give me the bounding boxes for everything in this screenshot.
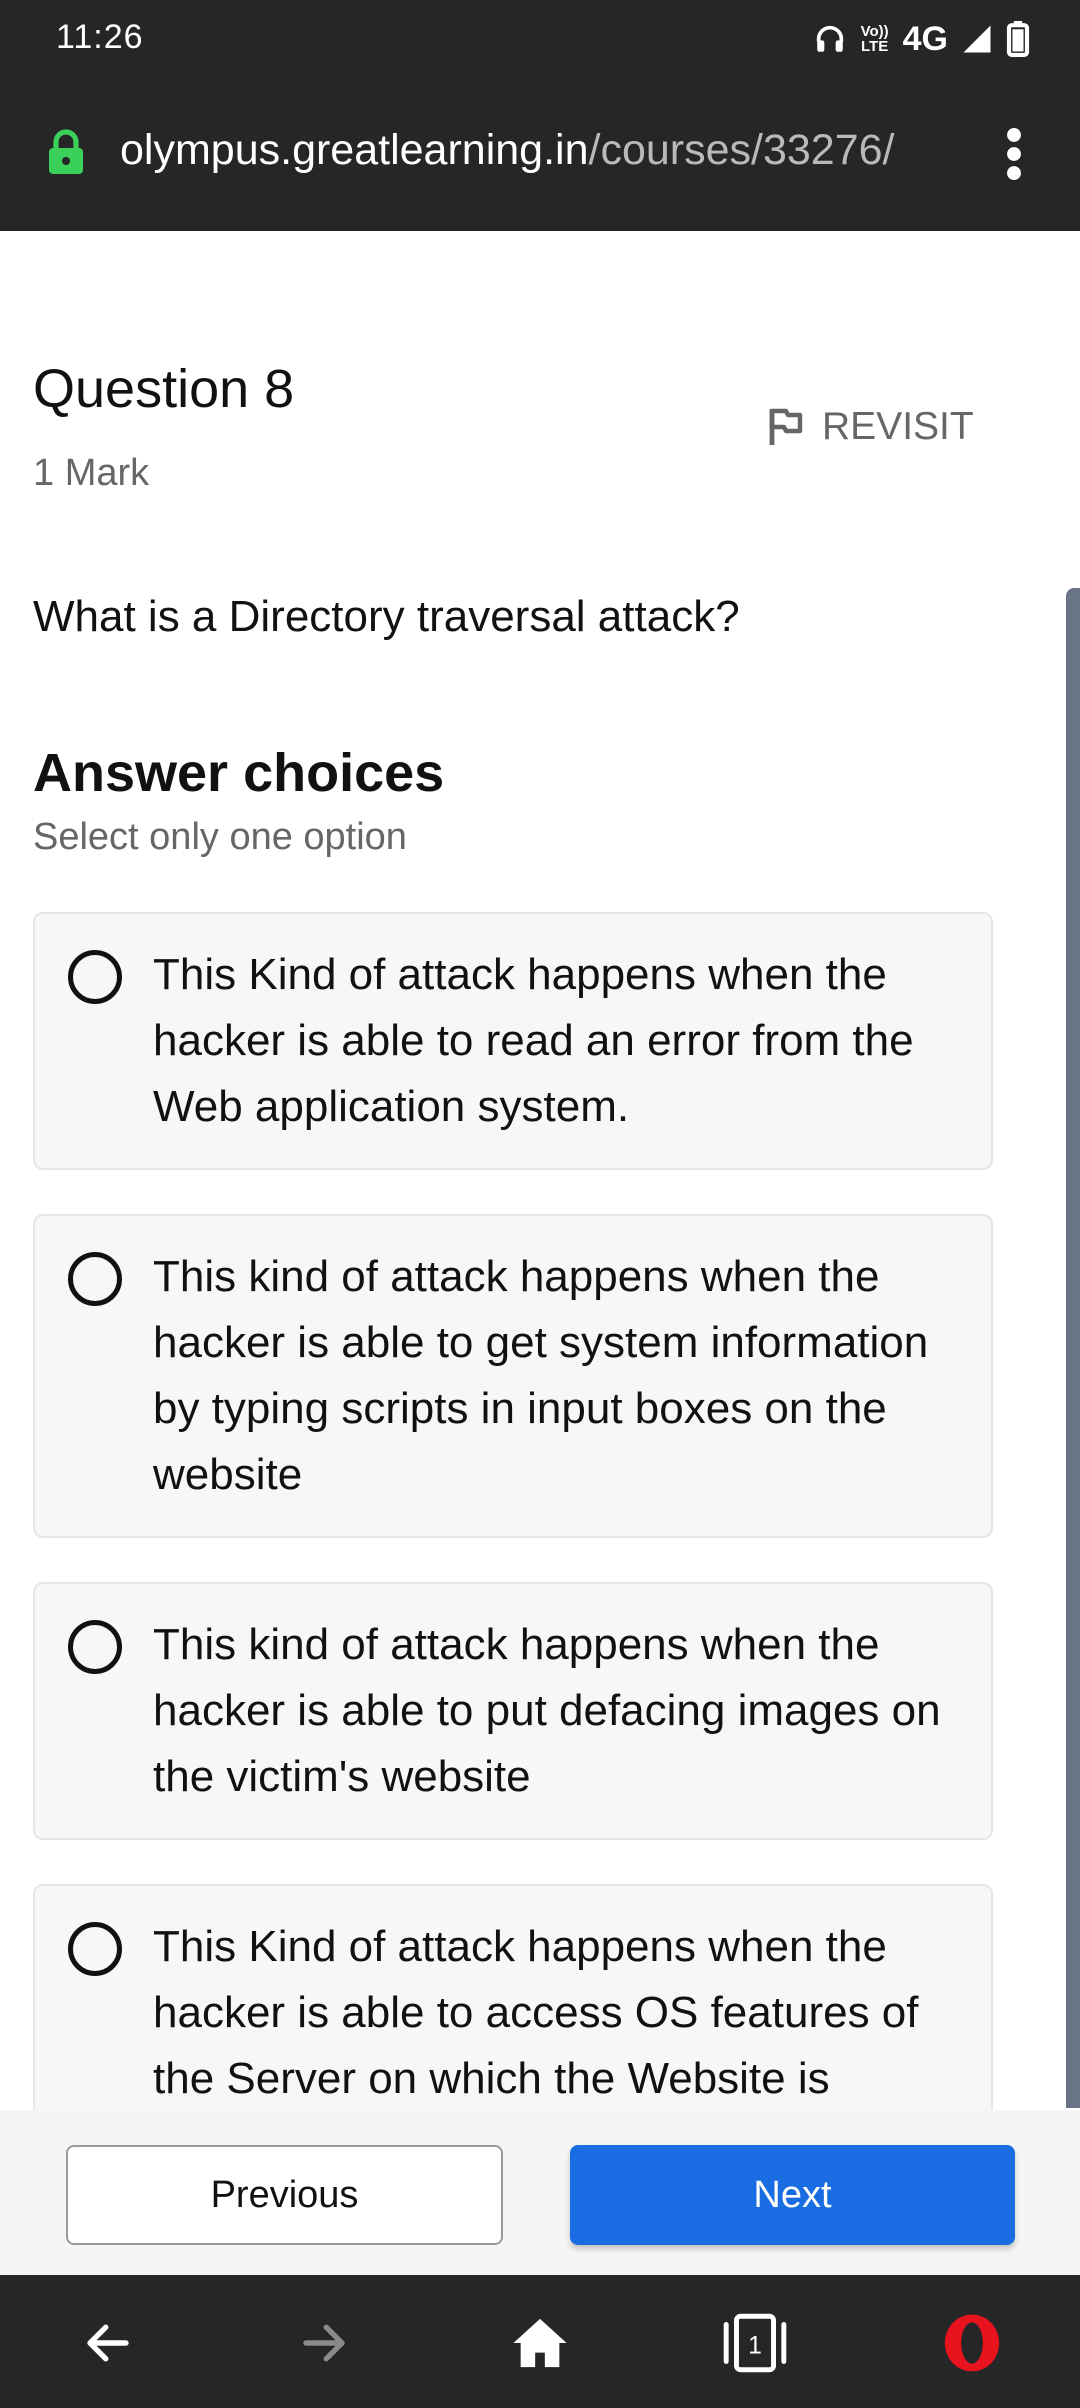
question-marks: 1 Mark (33, 452, 150, 494)
opera-logo-icon (944, 2314, 1000, 2372)
question-footer: Previous Next (0, 2110, 1080, 2275)
opera-menu-button[interactable] (932, 2303, 1012, 2383)
lock-icon (49, 129, 83, 174)
browser-nav-bar: 1 (0, 2275, 1080, 2408)
url-text[interactable]: olympus.greatlearning.in/courses/33276/ (120, 126, 894, 175)
more-options-icon[interactable] (1000, 128, 1028, 180)
arrow-left-icon (87, 2324, 129, 2362)
headphones-icon (816, 25, 843, 52)
volte-icon: Vo)) LTE (860, 23, 889, 55)
answer-option-3[interactable]: This kind of attack happens when the hac… (33, 1582, 993, 1840)
answer-option-text: This Kind of attack happens when the hac… (153, 1922, 919, 2103)
revisit-label: REVISIT (822, 405, 974, 448)
answer-option-2[interactable]: This kind of attack happens when the hac… (33, 1214, 993, 1538)
url-path: /courses/33276/ (588, 126, 895, 174)
home-button[interactable] (500, 2303, 580, 2383)
url-domain: olympus.greatlearning.in (120, 126, 589, 174)
radio-button-4[interactable] (68, 1922, 122, 1976)
revisit-button[interactable]: REVISIT (768, 405, 974, 449)
answer-choices-title: Answer choices (33, 743, 445, 803)
battery-icon (1006, 21, 1030, 57)
arrow-right-icon (303, 2324, 345, 2362)
tabs-icon: 1 (723, 2313, 787, 2373)
status-bar: 11:26 Vo)) LTE 4G (0, 0, 1080, 78)
next-button[interactable]: Next (570, 2145, 1015, 2245)
answer-choices-subtitle: Select only one option (33, 816, 407, 858)
tab-count: 1 (748, 2332, 762, 2359)
status-icons: Vo)) LTE 4G (813, 14, 1030, 64)
radio-button-2[interactable] (68, 1252, 122, 1306)
answer-option-text: This kind of attack happens when the hac… (153, 1620, 941, 1801)
previous-button[interactable]: Previous (66, 2145, 503, 2245)
home-icon (513, 2318, 567, 2368)
back-button[interactable] (68, 2303, 148, 2383)
network-type: 4G (902, 19, 948, 58)
answer-option-1[interactable]: This Kind of attack happens when the hac… (33, 912, 993, 1170)
status-time: 11:26 (56, 18, 144, 56)
answer-option-text: This kind of attack happens when the hac… (153, 1252, 929, 1499)
browser-url-bar[interactable]: olympus.greatlearning.in/courses/33276/ (0, 78, 1080, 231)
signal-icon (963, 25, 991, 53)
radio-button-1[interactable] (68, 950, 122, 1004)
answer-choices-list: This Kind of attack happens when the hac… (0, 900, 1064, 2110)
tabs-button[interactable]: 1 (715, 2303, 795, 2383)
answer-option-4[interactable]: This Kind of attack happens when the hac… (33, 1884, 993, 2110)
flag-icon (769, 408, 803, 445)
radio-button-3[interactable] (68, 1620, 122, 1674)
question-text: What is a Directory traversal attack? (33, 592, 740, 641)
scrollbar[interactable] (1066, 588, 1080, 2108)
forward-button[interactable] (284, 2303, 364, 2383)
answer-option-text: This Kind of attack happens when the hac… (153, 950, 914, 1131)
question-title: Question 8 (33, 359, 295, 419)
